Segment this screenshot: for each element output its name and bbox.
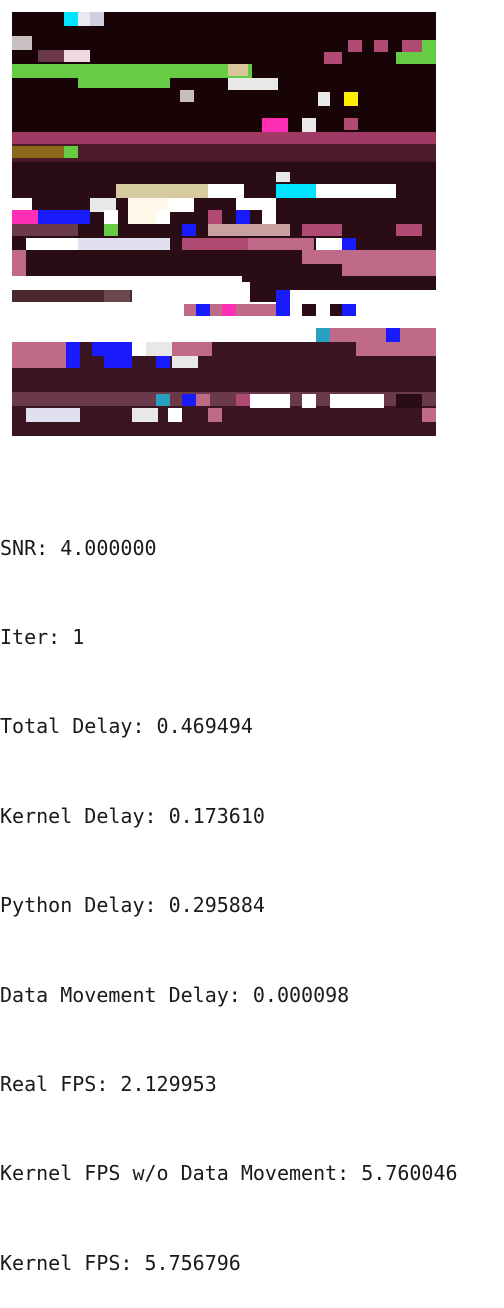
kernel-delay-line: Kernel Delay: 0.173610	[0, 803, 265, 828]
pixelated-image-canvas	[12, 12, 436, 436]
kernel-fps-line: Kernel FPS: 5.756796	[0, 1250, 241, 1275]
data-movement-delay-line: Data Movement Delay: 0.000098	[0, 982, 350, 1007]
kernel-fps-wo-data-movement-line: Kernel FPS w/o Data Movement: 5.760046	[0, 1161, 458, 1186]
iter-line: Iter: 1	[0, 624, 85, 649]
python-delay-line: Python Delay: 0.295884	[0, 893, 265, 918]
pixelated-image	[12, 12, 436, 436]
total-delay-line: Total Delay: 0.469494	[0, 714, 253, 739]
snr-line: SNR: 4.000000	[0, 535, 157, 560]
real-fps-line: Real FPS: 2.129953	[0, 1071, 217, 1096]
stats-output: SNR: 4.000000 Iter: 1 Total Delay: 0.469…	[0, 474, 504, 1308]
